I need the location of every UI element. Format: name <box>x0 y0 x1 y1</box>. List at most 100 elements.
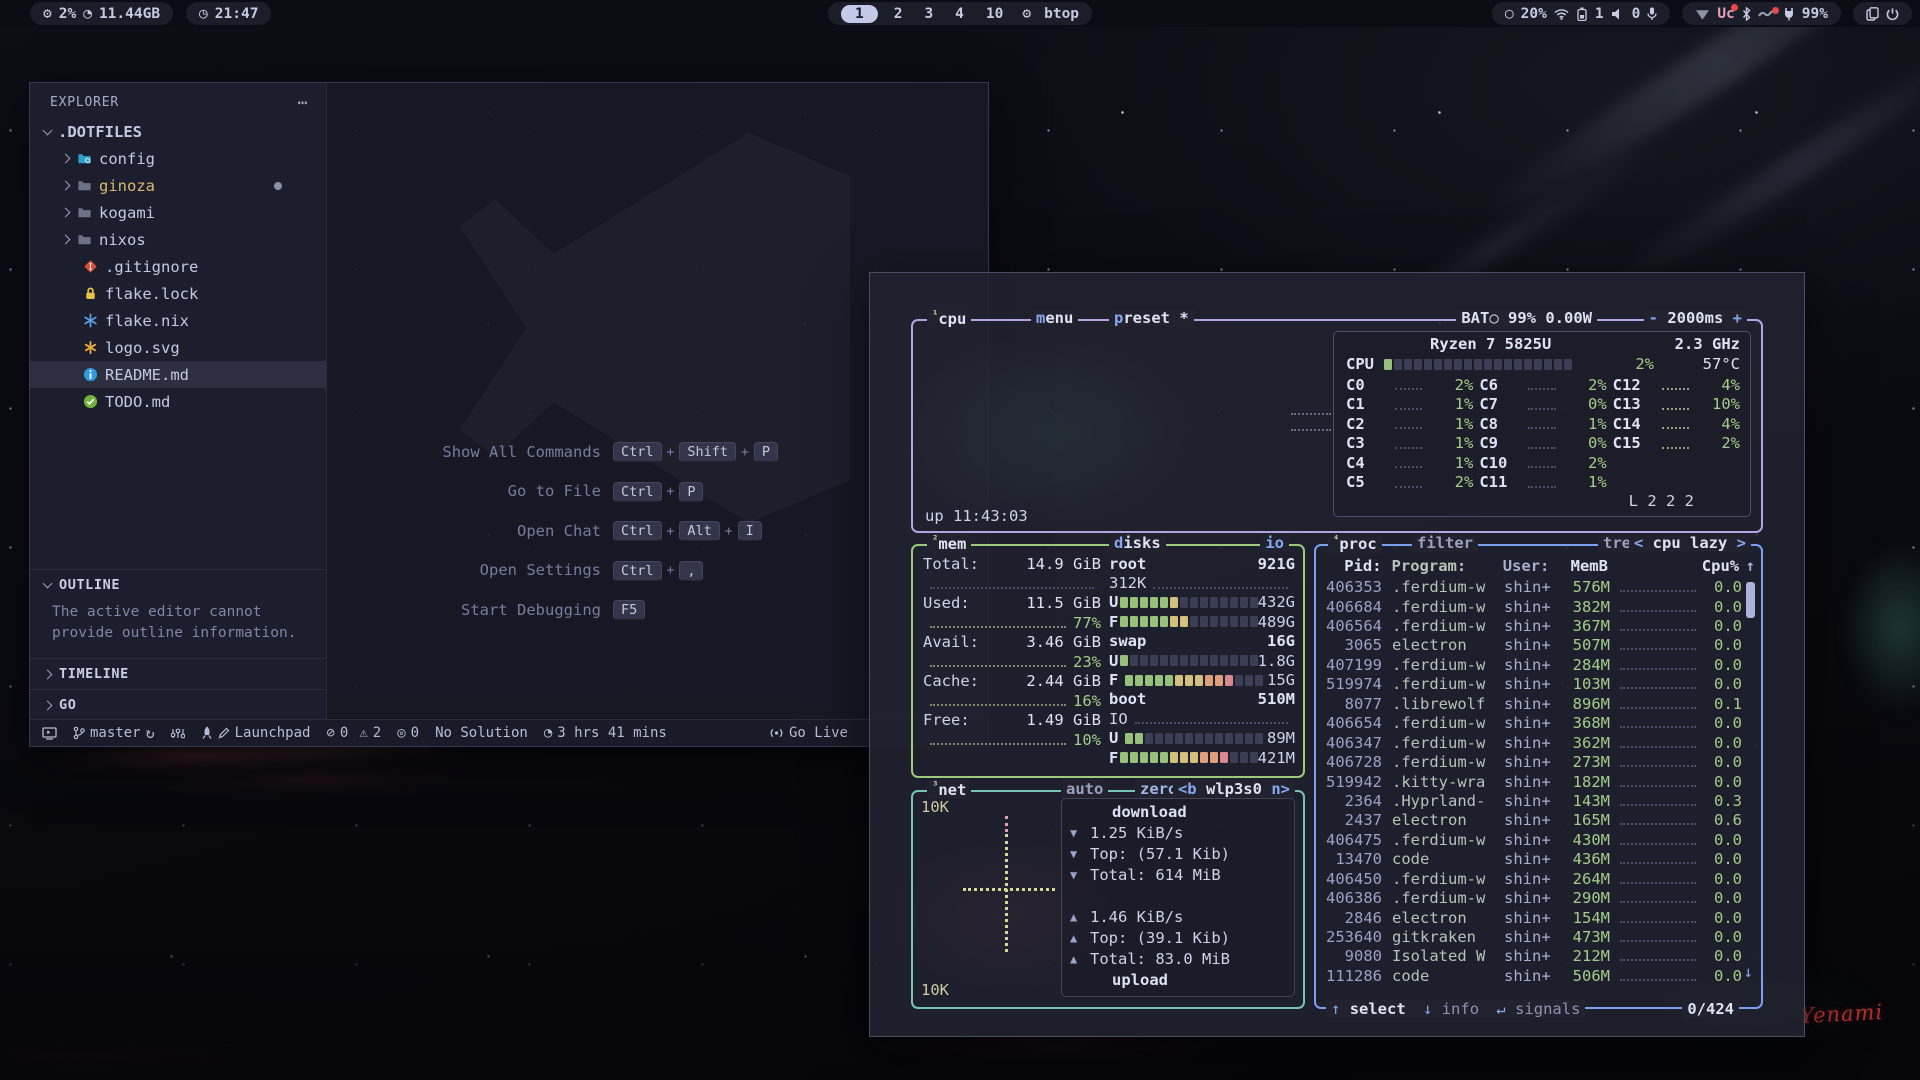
process-program: .ferdium-w <box>1392 598 1504 616</box>
process-program: electron <box>1392 636 1504 654</box>
meter-block <box>1185 733 1193 744</box>
meter-block <box>1444 359 1452 370</box>
btop-cpu-box: ¹cpu menu preset * 21:47:52 BAT○ 99% 0.0… <box>911 319 1763 533</box>
process-row[interactable]: 406654.ferdium-wshin+368M0.0 <box>1318 714 1755 733</box>
process-table-header[interactable]: Pid: Program: User: MemB Cpu% ↑ <box>1318 556 1755 575</box>
process-row[interactable]: 9080Isolated Wshin+212M0.0 <box>1318 947 1755 966</box>
refresh-interval-control[interactable]: - 2000ms + <box>1644 309 1747 327</box>
time-tracker[interactable]: ◔ 3 hrs 41 mins <box>544 725 667 741</box>
file-name: ginoza <box>99 177 155 195</box>
tree-item-flake.lock[interactable]: flake.lock <box>30 280 326 307</box>
proc-box-title[interactable]: ⁴proc <box>1328 534 1382 553</box>
process-row[interactable]: 519974.ferdium-wshin+103M0.0 <box>1318 675 1755 694</box>
meter-block <box>1424 359 1432 370</box>
interval-decrease-button[interactable]: - <box>1649 309 1658 327</box>
uc-tray-icon[interactable]: Uc <box>1717 6 1734 22</box>
process-row[interactable]: 8077.librewolfshin+896M0.1 <box>1318 694 1755 713</box>
process-row[interactable]: 406347.ferdium-wshin+362M0.0 <box>1318 733 1755 752</box>
tree-item-config[interactable]: config <box>30 145 326 172</box>
git-branch-indicator[interactable]: master ↻ <box>73 724 155 742</box>
process-row[interactable]: 2437electronshin+165M0.6 <box>1318 811 1755 830</box>
proc-sort-selector[interactable]: < cpu lazy > <box>1629 534 1751 552</box>
net-interface-switcher[interactable]: <b wlp3s0 n> <box>1173 780 1295 798</box>
process-row[interactable]: 406353.ferdium-wshin+576M0.0 <box>1318 577 1755 596</box>
problems-indicator[interactable]: ⊘ 0 ⚠ 2 <box>326 725 381 741</box>
workspace-button-2[interactable]: 2 <box>888 6 909 22</box>
net-box-title[interactable]: ³net <box>927 780 971 799</box>
clipboard-icon[interactable] <box>1866 7 1879 21</box>
tree-item-nixos[interactable]: nixos <box>30 226 326 253</box>
preset-button[interactable]: preset * <box>1109 309 1194 327</box>
key-joiner: + <box>725 524 733 539</box>
tree-item-ginoza[interactable]: ginoza <box>30 172 326 199</box>
remote-window-button[interactable] <box>42 727 57 740</box>
process-row[interactable]: 406386.ferdium-wshin+290M0.0 <box>1318 888 1755 907</box>
select-action[interactable]: select <box>1350 1000 1406 1018</box>
bluetooth-icon[interactable] <box>1742 7 1751 21</box>
timeline-section-header[interactable]: TIMELINE <box>30 658 326 689</box>
info-action[interactable]: info <box>1442 1000 1479 1018</box>
network-tray-icon[interactable] <box>1695 8 1710 20</box>
process-program: .ferdium-w <box>1392 831 1504 849</box>
scroll-up-icon[interactable]: ↑ <box>1739 557 1755 575</box>
io-mode-toggle[interactable]: io <box>1260 534 1289 552</box>
tree-item-README.md[interactable]: README.md <box>30 361 326 388</box>
cpu-box-title[interactable]: ¹cpu <box>927 309 971 328</box>
explorer-more-actions-icon[interactable]: ⋯ <box>298 93 308 112</box>
launchpad-button[interactable]: Launchpad <box>201 725 311 741</box>
mem-graph <box>930 578 1094 589</box>
outline-section-header[interactable]: OUTLINE <box>30 569 326 600</box>
mem-box-title[interactable]: ²mem <box>927 534 971 553</box>
go-live-button[interactable]: Go Live <box>769 725 848 741</box>
process-row[interactable]: 519942.kitty-wrashin+182M0.0 <box>1318 772 1755 791</box>
interval-increase-button[interactable]: + <box>1733 309 1742 327</box>
tree-item-flake.nix[interactable]: flake.nix <box>30 307 326 334</box>
process-row[interactable]: 3065electronshin+507M0.0 <box>1318 636 1755 655</box>
ports-indicator[interactable]: ◎ 0 <box>397 725 419 741</box>
process-row[interactable]: 406684.ferdium-wshin+382M0.0 <box>1318 597 1755 616</box>
process-row[interactable]: 406728.ferdium-wshin+273M0.0 <box>1318 752 1755 771</box>
process-mem: 507M <box>1562 636 1610 654</box>
tree-item-.gitignore[interactable]: .gitignore <box>30 253 326 280</box>
workspace-button-10[interactable]: 10 <box>980 6 1009 22</box>
process-user: shin+ <box>1504 811 1562 829</box>
process-row[interactable]: 13470codeshin+436M0.0 <box>1318 850 1755 869</box>
wave-tray-icon[interactable] <box>1758 9 1776 19</box>
tree-item-TODO.md[interactable]: TODO.md <box>30 388 326 415</box>
process-pid: 406353 <box>1318 578 1382 596</box>
process-row[interactable]: 253640gitkrakenshin+473M0.0 <box>1318 927 1755 946</box>
proc-filter-button[interactable]: filter <box>1412 534 1478 552</box>
core-name: C3 <box>1346 434 1388 452</box>
process-row[interactable]: 2846electronshin+154M0.0 <box>1318 908 1755 927</box>
meter-block <box>1504 359 1512 370</box>
meter-block <box>1514 359 1522 370</box>
solution-indicator[interactable]: No Solution <box>435 725 528 741</box>
process-user: shin+ <box>1504 617 1562 635</box>
process-row[interactable]: 406475.ferdium-wshin+430M0.0 <box>1318 830 1755 849</box>
scroll-down-icon[interactable]: ↓ <box>1744 963 1753 981</box>
net-auto-toggle[interactable]: auto <box>1061 780 1108 798</box>
go-section-header[interactable]: GO <box>30 689 326 720</box>
process-row[interactable]: 111286codeshin+506M0.0 <box>1318 966 1755 985</box>
workspace-button-3[interactable]: 3 <box>918 6 939 22</box>
power-icon[interactable] <box>1886 7 1899 21</box>
workspace-button-1[interactable]: 1 <box>841 5 878 23</box>
tree-item-kogami[interactable]: kogami <box>30 199 326 226</box>
git-icon <box>82 259 98 275</box>
process-row[interactable]: 2364.Hyprland-shin+143M0.3 <box>1318 791 1755 810</box>
disk-name: root <box>1109 555 1146 573</box>
process-row[interactable]: 406450.ferdium-wshin+264M0.0 <box>1318 869 1755 888</box>
workspace-button-4[interactable]: 4 <box>949 6 970 22</box>
source-control-graph-button[interactable] <box>171 727 185 740</box>
process-row[interactable]: 407199.ferdium-wshin+284M0.0 <box>1318 655 1755 674</box>
scrollbar-thumb[interactable] <box>1746 582 1755 618</box>
menu-button[interactable]: menu <box>1031 309 1078 327</box>
signals-action[interactable]: signals <box>1515 1000 1580 1018</box>
brightness-value: 20% <box>1521 6 1547 22</box>
chevron-right-icon <box>61 154 71 164</box>
tree-root-dotfiles[interactable]: .DOTFILES <box>30 118 326 145</box>
disks-toggle[interactable]: disks <box>1109 534 1166 552</box>
process-row[interactable]: 406564.ferdium-wshin+367M0.0 <box>1318 616 1755 635</box>
meter-block <box>1240 597 1248 608</box>
tree-item-logo.svg[interactable]: logo.svg <box>30 334 326 361</box>
